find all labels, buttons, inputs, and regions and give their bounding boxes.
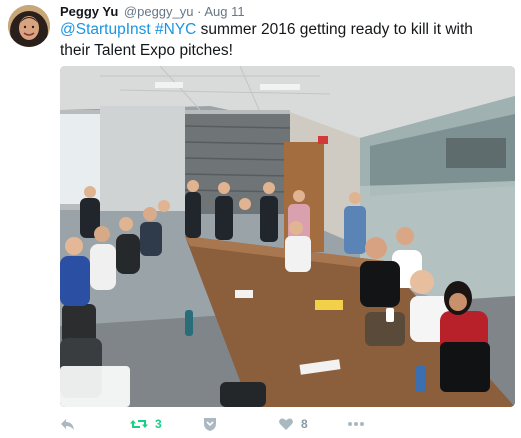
reply-button[interactable] [60, 414, 76, 434]
photo-conference-room [60, 66, 515, 407]
avatar-photo [8, 5, 50, 47]
mention-link[interactable]: @StartupInst [60, 21, 151, 38]
author-name[interactable]: Peggy Yu [60, 4, 118, 19]
bookmark-icon [202, 416, 218, 432]
like-button[interactable]: 8 [278, 414, 308, 434]
save-button[interactable] [202, 414, 218, 434]
tweet: Peggy Yu @peggy_yu · Aug 11 @StartupInst… [0, 0, 521, 438]
reply-icon [60, 416, 76, 432]
separator: · [197, 4, 202, 19]
retweet-count: 3 [155, 417, 162, 431]
retweet-button[interactable]: 3 [130, 414, 162, 434]
more-button[interactable] [347, 414, 365, 434]
retweet-icon [130, 416, 148, 432]
like-count: 8 [301, 417, 308, 431]
heart-icon [278, 416, 294, 432]
more-icon [347, 416, 365, 432]
avatar[interactable] [8, 5, 50, 47]
tweet-text: @StartupInst #NYC summer 2016 getting re… [60, 19, 500, 61]
hashtag-link[interactable]: #NYC [155, 21, 196, 38]
author-handle[interactable]: @peggy_yu [124, 4, 194, 19]
tweet-actions: 3 8 [60, 414, 500, 434]
timestamp[interactable]: Aug 11 [204, 4, 244, 19]
tweet-photo[interactable] [60, 66, 515, 407]
